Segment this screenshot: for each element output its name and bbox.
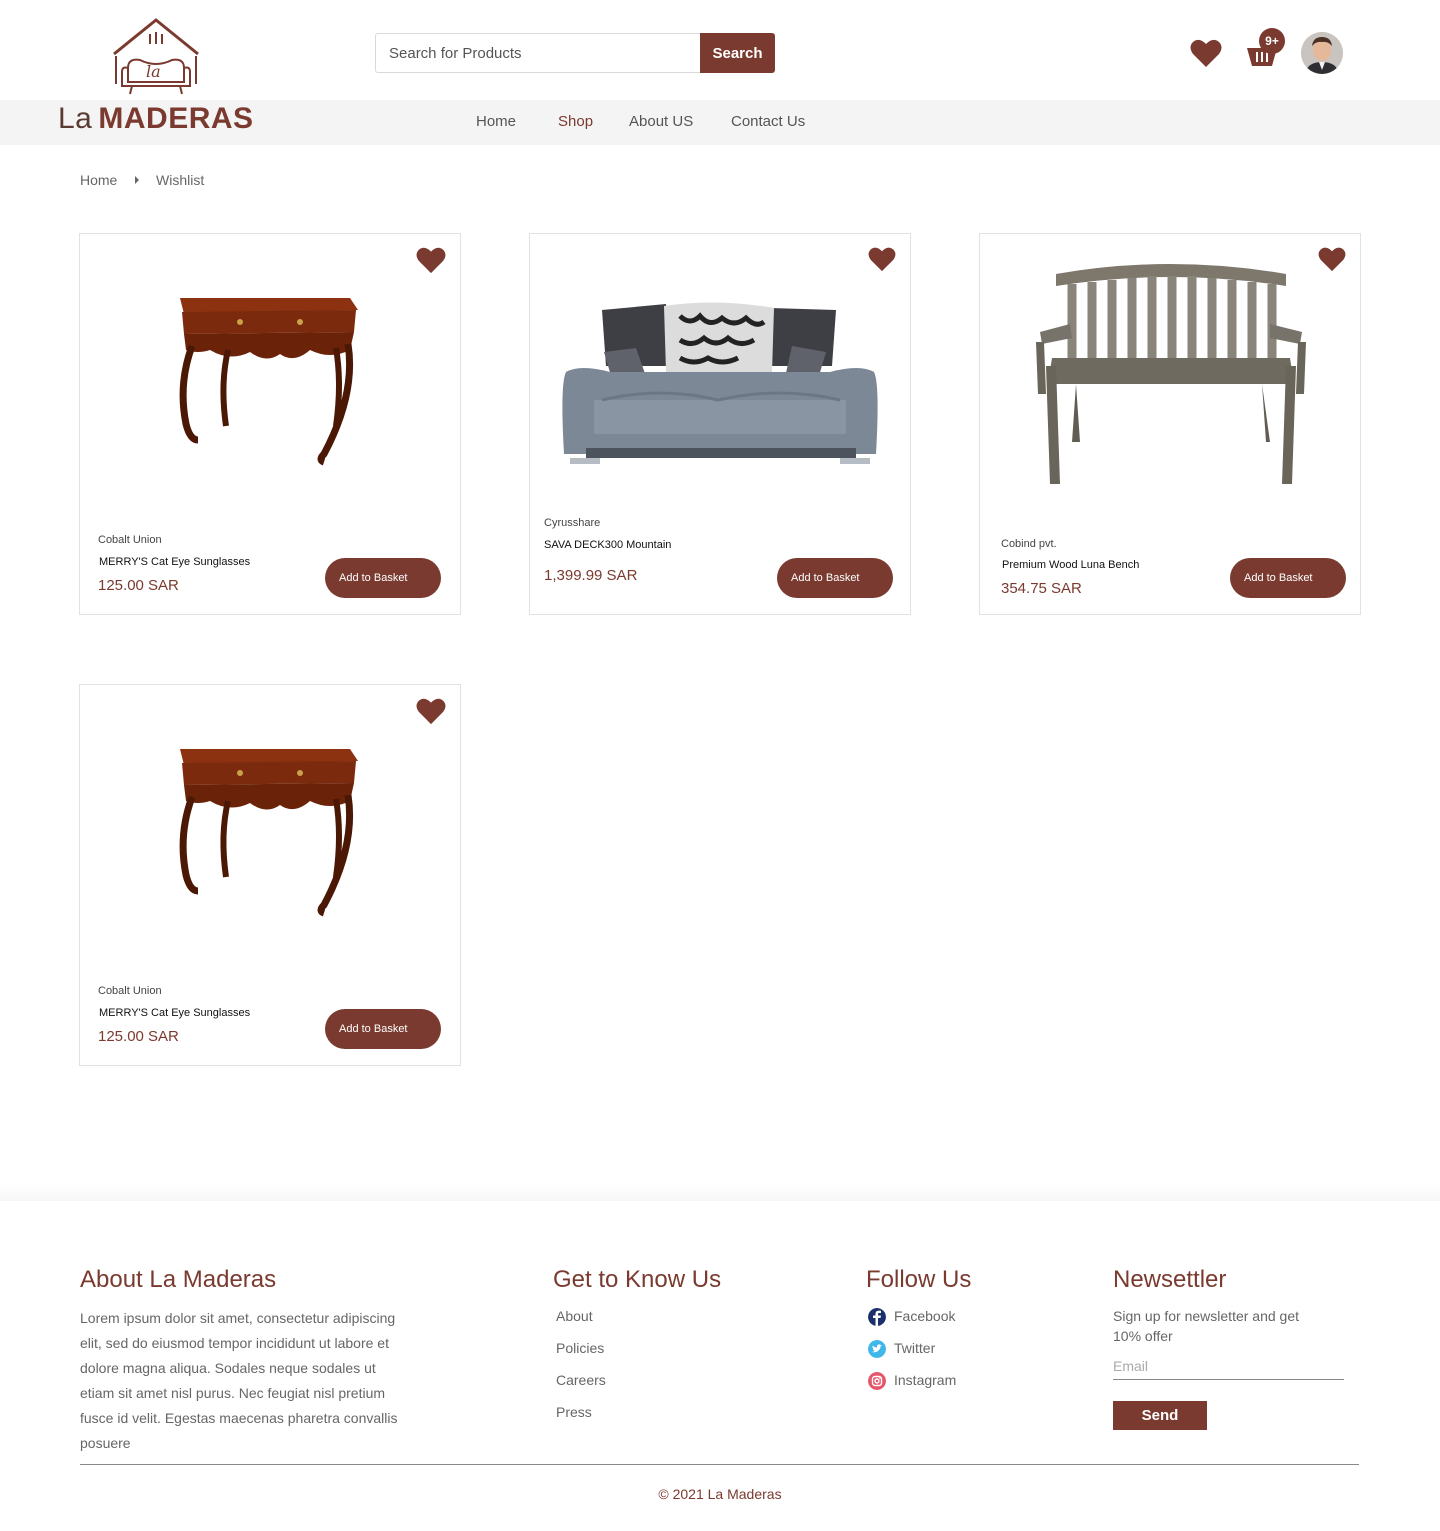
footer-follow-title: Follow Us [866,1266,972,1293]
product-brand: Cyrusshare [544,517,601,529]
breadcrumb-current: Wishlist [156,172,205,188]
footer-know-title: Get to Know Us [553,1266,722,1293]
twitter-icon[interactable] [868,1340,886,1358]
add-to-basket-button[interactable]: Add to Basket [777,558,893,598]
nav-contact[interactable]: Contact Us [731,113,805,130]
svg-text:la: la [146,62,161,81]
footer-about-text: Lorem ipsum dolor sit amet, consectetur … [80,1310,398,1451]
product-image-wooden-bench[interactable] [980,254,1360,514]
footer-newsletter-title: Newsettler [1113,1266,1227,1293]
product-card[interactable]: Cobalt Union MERRY'S Cat Eye Sunglasses … [79,233,461,615]
cart-count-badge: 9+ [1259,28,1285,54]
footer-link-twitter[interactable]: Twitter [894,1340,935,1356]
footer-divider-shadow [0,1185,1440,1201]
breadcrumb-home[interactable]: Home [80,172,117,188]
footer-newsletter-text: Sign up for newsletter and get 10% offer [1113,1308,1300,1344]
footer-link-facebook[interactable]: Facebook [894,1308,955,1324]
product-name[interactable]: MERRY'S Cat Eye Sunglasses [99,556,250,568]
add-to-basket-button[interactable]: Add to Basket [1230,558,1346,598]
product-image-console-table[interactable] [80,705,460,965]
footer-link-press[interactable]: Press [556,1404,592,1420]
add-to-basket-button[interactable]: Add to Basket [325,558,441,598]
footer-link-instagram[interactable]: Instagram [894,1372,956,1388]
instagram-icon[interactable] [868,1372,886,1390]
footer-link-about[interactable]: About [556,1308,593,1324]
logo-word-la: La [58,102,93,135]
product-price: 125.00 SAR [98,1028,179,1045]
nav-home[interactable]: Home [476,113,516,130]
newsletter-send-button[interactable]: Send [1113,1401,1207,1430]
breadcrumb-chevron-icon [135,176,139,184]
wishlist-heart-icon[interactable] [1190,38,1222,73]
footer-divider [80,1464,1359,1465]
product-brand: Cobalt Union [98,534,162,546]
site-logo[interactable]: la La MADERAS [58,14,258,139]
footer-link-careers[interactable]: Careers [556,1372,606,1388]
user-avatar[interactable] [1301,32,1343,74]
product-price: 125.00 SAR [98,577,179,594]
logo-house-sofa-icon: la [113,18,199,95]
logo-word-maderas: MADERAS [98,102,254,135]
search-button[interactable]: Search [700,33,775,73]
newsletter-email-field[interactable] [1113,1352,1344,1380]
product-card[interactable]: Cyrusshare SAVA DECK300 Mountain 1,399.9… [529,233,911,615]
copyright-text: © 2021 La Maderas [658,1486,782,1502]
product-name[interactable]: MERRY'S Cat Eye Sunglasses [99,1007,250,1019]
footer-about-title: About La Maderas [80,1266,277,1293]
product-brand: Cobind pvt. [1001,538,1057,550]
product-image-sofa[interactable] [530,254,910,514]
search-input[interactable] [375,33,701,73]
product-name[interactable]: SAVA DECK300 Mountain [544,539,671,551]
nav-about[interactable]: About US [629,113,693,130]
add-to-basket-button[interactable]: Add to Basket [325,1009,441,1049]
facebook-icon[interactable] [868,1308,886,1326]
product-price: 354.75 SAR [1001,580,1082,597]
product-brand: Cobalt Union [98,985,162,997]
nav-shop[interactable]: Shop [558,113,593,130]
product-name[interactable]: Premium Wood Luna Bench [1002,559,1139,571]
product-image-console-table[interactable] [80,254,460,514]
product-price: 1,399.99 SAR [544,567,638,584]
product-card[interactable]: Cobind pvt. Premium Wood Luna Bench 354.… [979,233,1361,615]
logo-wordmark: La MADERAS [58,102,258,136]
footer-link-policies[interactable]: Policies [556,1340,604,1356]
product-card[interactable]: Cobalt Union MERRY'S Cat Eye Sunglasses … [79,684,461,1066]
